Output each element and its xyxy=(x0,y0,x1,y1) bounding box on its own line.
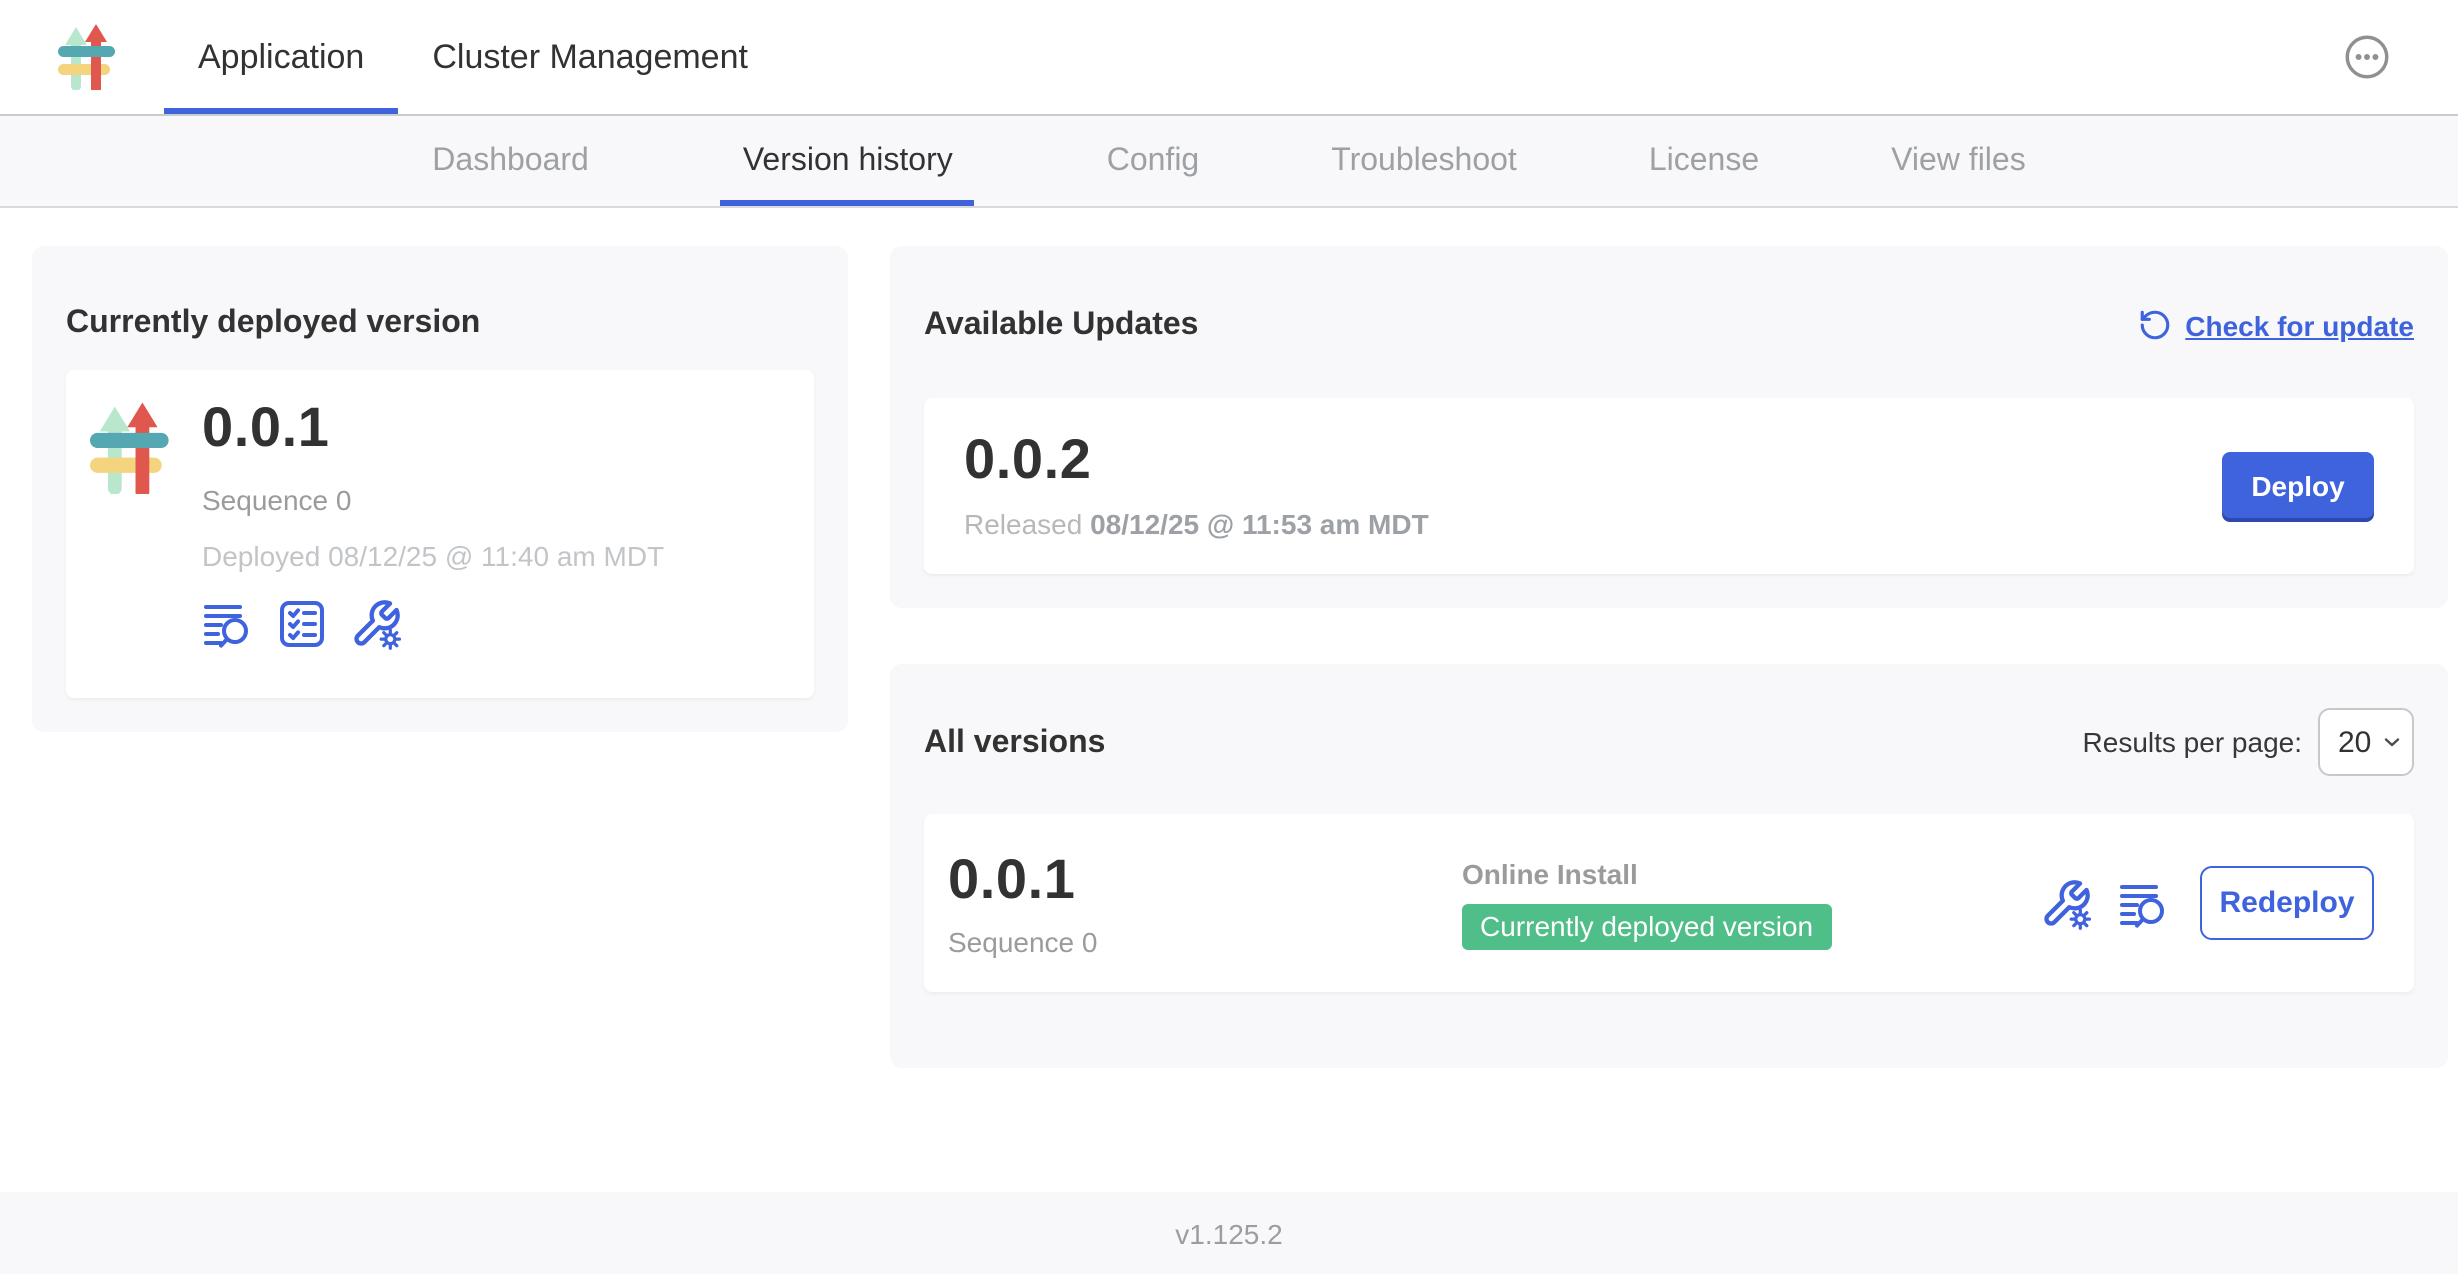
deployed-status-badge: Currently deployed version xyxy=(1462,903,1831,949)
app-logo-icon xyxy=(58,24,116,90)
check-for-update-label: Check for update xyxy=(2185,310,2414,342)
update-version: 0.0.2 xyxy=(964,430,1429,490)
version-row-status: Online Install Currently deployed versio… xyxy=(1462,857,1831,949)
top-header: Application Cluster Management xyxy=(0,0,2458,116)
deployed-version: 0.0.1 xyxy=(202,397,664,457)
results-per-page: Results per page: 20 xyxy=(2083,709,2414,777)
all-versions-card: All versions Results per page: 20 0.0. xyxy=(890,663,2448,1068)
console-version: v1.125.2 xyxy=(1175,1217,1282,1249)
redeploy-button[interactable]: Redeploy xyxy=(2200,866,2374,940)
edit-config-icon[interactable] xyxy=(350,597,402,649)
subnav-label-dashboard: Dashboard xyxy=(432,143,589,179)
subnav-label-license: License xyxy=(1649,143,1759,179)
all-versions-header: All versions Results per page: 20 xyxy=(924,697,2414,788)
deployed-info: 0.0.1 Sequence 0 Deployed 08/12/25 @ 11:… xyxy=(202,397,664,697)
released-date: 08/12/25 @ 11:53 am MDT xyxy=(1090,508,1429,540)
subnav-label-view-files: View files xyxy=(1891,143,2026,179)
available-updates-card: Available Updates Check for update 0.0.2… xyxy=(890,246,2448,607)
subnav-item-dashboard[interactable]: Dashboard xyxy=(432,116,589,206)
subnav-label-troubleshoot: Troubleshoot xyxy=(1331,143,1517,179)
release-notes-icon[interactable] xyxy=(2118,877,2170,929)
tab-cluster-management[interactable]: Cluster Management xyxy=(398,0,782,114)
subnav-item-license[interactable]: License xyxy=(1649,116,1759,206)
all-versions-title: All versions xyxy=(924,724,1105,762)
subnav-item-version-history[interactable]: Version history xyxy=(721,116,975,206)
check-for-update-link[interactable]: Check for update xyxy=(2137,309,2414,343)
tab-application-label: Application xyxy=(198,37,364,77)
admin-console-page: Application Cluster Management Dashboard… xyxy=(0,0,2458,1274)
header-tabs: Application Cluster Management xyxy=(164,0,782,114)
tab-application[interactable]: Application xyxy=(164,0,398,114)
app-logo-icon xyxy=(90,401,170,493)
available-updates-title: Available Updates xyxy=(924,307,1198,345)
subnav-item-config[interactable]: Config xyxy=(1107,116,1200,206)
deployed-timestamp: Deployed 08/12/25 @ 11:40 am MDT xyxy=(202,539,664,571)
results-per-page-select[interactable]: 20 xyxy=(2318,709,2414,777)
deployed-sequence: Sequence 0 xyxy=(202,483,664,515)
deploy-button[interactable]: Deploy xyxy=(2222,452,2374,518)
tab-cluster-management-label: Cluster Management xyxy=(432,37,748,77)
ellipsis-menu-icon[interactable] xyxy=(2344,34,2390,80)
subnav-item-troubleshoot[interactable]: Troubleshoot xyxy=(1331,116,1517,206)
subnav-label-version-history: Version history xyxy=(743,143,953,179)
deployed-actions xyxy=(202,597,664,649)
version-row-info: 0.0.1 Sequence 0 xyxy=(948,849,1462,957)
currently-deployed-title: Currently deployed version xyxy=(66,305,814,343)
refresh-icon xyxy=(2137,309,2171,343)
edit-config-icon[interactable] xyxy=(2040,877,2092,929)
currently-deployed-inner: 0.0.1 Sequence 0 Deployed 08/12/25 @ 11:… xyxy=(66,369,814,697)
results-per-page-select-wrap: 20 xyxy=(2318,709,2414,777)
results-per-page-label: Results per page: xyxy=(2083,727,2302,759)
app-subnav: Dashboard Version history Config Trouble… xyxy=(0,116,2458,208)
released-prefix: Released xyxy=(964,508,1082,540)
subnav-item-view-files[interactable]: View files xyxy=(1891,116,2026,206)
subnav-label-config: Config xyxy=(1107,143,1200,179)
row-version: 0.0.1 xyxy=(948,849,1462,909)
currently-deployed-card: Currently deployed version 0.0.1 Sequenc… xyxy=(32,246,848,731)
release-notes-icon[interactable] xyxy=(202,597,254,649)
update-released: Released 08/12/25 @ 11:53 am MDT xyxy=(964,508,1429,540)
update-row: 0.0.2 Released 08/12/25 @ 11:53 am MDT D… xyxy=(924,397,2414,573)
version-row-actions xyxy=(2040,877,2170,929)
right-column: Available Updates Check for update 0.0.2… xyxy=(890,246,2448,1068)
update-info: 0.0.2 Released 08/12/25 @ 11:53 am MDT xyxy=(964,430,1429,540)
page-footer: v1.125.2 xyxy=(0,1192,2458,1274)
main-content: Currently deployed version 0.0.1 Sequenc… xyxy=(0,208,2458,1068)
version-row: 0.0.1 Sequence 0 Online Install Currentl… xyxy=(924,814,2414,992)
available-updates-header: Available Updates Check for update xyxy=(924,280,2414,371)
install-type: Online Install xyxy=(1462,857,1831,889)
row-sequence: Sequence 0 xyxy=(948,925,1462,957)
preflight-checks-icon[interactable] xyxy=(276,597,328,649)
